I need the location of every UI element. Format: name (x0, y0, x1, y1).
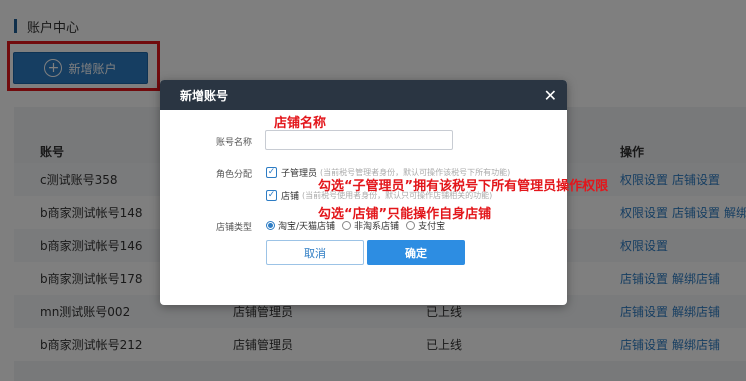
role-option-label: 店铺 (281, 192, 300, 202)
role-option-label: 子管理员 (281, 169, 318, 179)
annotation-shop-name: 店铺名称 (274, 116, 327, 131)
radio-empty-icon (406, 221, 416, 230)
radio-empty-icon (342, 221, 352, 230)
account-name-input[interactable] (265, 130, 453, 150)
dialog-header: 新增账号 ✕ (160, 80, 567, 110)
checkbox-checked-icon[interactable]: ✓ (266, 190, 277, 201)
confirm-button[interactable]: 确定 (367, 240, 465, 265)
radio-selected-icon (266, 221, 275, 230)
cancel-button[interactable]: 取消 (266, 240, 364, 265)
shop-type-label: 店铺类型 (215, 223, 252, 233)
dialog-title: 新增账号 (180, 88, 229, 103)
role-label: 角色分配 (215, 170, 252, 180)
annotation-shop: 勾选“店铺”只能操作自身店铺 (318, 207, 492, 222)
close-icon[interactable]: ✕ (544, 86, 557, 105)
checkbox-checked-icon[interactable]: ✓ (266, 167, 277, 178)
account-name-label: 账号名称 (215, 138, 252, 148)
annotation-sub-admin: 勾选“子管理员”拥有该税号下所有管理员操作权限 (318, 179, 609, 194)
